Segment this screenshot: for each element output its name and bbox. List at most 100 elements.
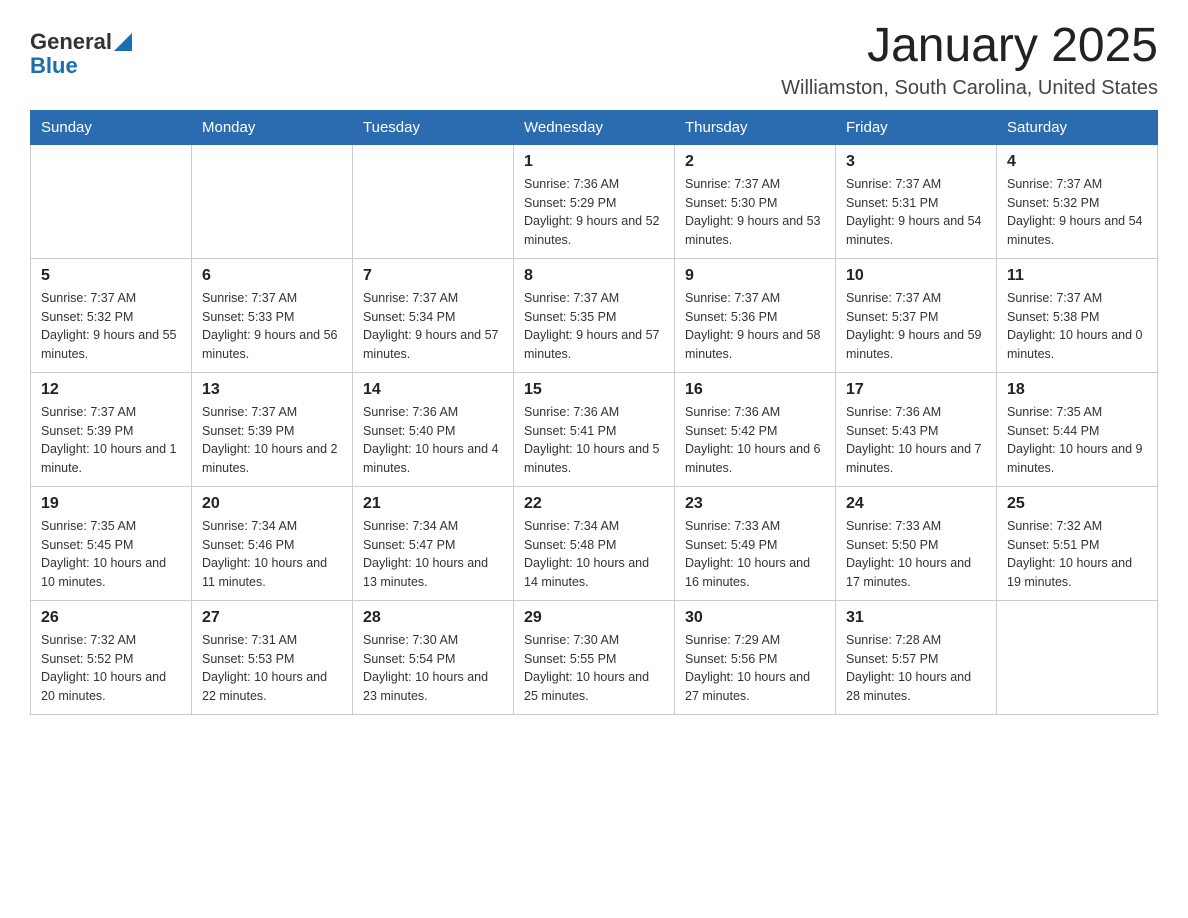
day-info: Sunrise: 7:36 AMSunset: 5:40 PMDaylight:… <box>363 403 503 478</box>
day-number: 2 <box>685 153 825 171</box>
calendar-day-9: 9Sunrise: 7:37 AMSunset: 5:36 PMDaylight… <box>675 258 836 372</box>
day-info: Sunrise: 7:33 AMSunset: 5:50 PMDaylight:… <box>846 517 986 592</box>
header-day-monday: Monday <box>192 110 353 144</box>
calendar-day-28: 28 Sunrise: 7:30 AMSunset: 5:54 PMDayligh… <box>353 600 514 714</box>
calendar-day-16: 16Sunrise: 7:36 AMSunset: 5:42 PMDayligh… <box>675 372 836 486</box>
day-number: 17 <box>846 381 986 399</box>
header-day-friday: Friday <box>836 110 997 144</box>
calendar-empty-cell <box>353 144 514 258</box>
calendar-header-row: SundayMondayTuesdayWednesdayThursdayFrid… <box>31 110 1158 144</box>
calendar-empty-cell <box>31 144 192 258</box>
calendar-empty-cell <box>192 144 353 258</box>
day-info: Sunrise: 7:35 AMSunset: 5:45 PMDaylight:… <box>41 517 181 592</box>
day-number: 22 <box>524 495 664 513</box>
day-info: Sunrise: 7:36 AMSunset: 5:29 PMDaylight:… <box>524 175 664 250</box>
day-number: 4 <box>1007 153 1147 171</box>
month-title: January 2025 <box>781 20 1158 73</box>
header-day-tuesday: Tuesday <box>353 110 514 144</box>
day-number: 9 <box>685 267 825 285</box>
day-info: Sunrise: 7:36 AMSunset: 5:41 PMDaylight:… <box>524 403 664 478</box>
day-info: Sunrise: 7:36 AMSunset: 5:42 PMDaylight:… <box>685 403 825 478</box>
day-number: 3 <box>846 153 986 171</box>
day-info: Sunrise: 7:30 AMSunset: 5:55 PMDaylight:… <box>524 631 664 706</box>
calendar-day-18: 18 Sunrise: 7:35 AMSunset: 5:44 PMDayligh… <box>997 372 1158 486</box>
calendar-table: SundayMondayTuesdayWednesdayThursdayFrid… <box>30 110 1158 715</box>
day-number: 18 <box>1007 381 1147 399</box>
header-day-saturday: Saturday <box>997 110 1158 144</box>
day-info: Sunrise: 7:37 AMSunset: 5:33 PMDaylight:… <box>202 289 342 364</box>
calendar-week-5: 26Sunrise: 7:32 AMSunset: 5:52 PMDayligh… <box>31 600 1158 714</box>
location-title: Williamston, South Carolina, United Stat… <box>781 77 1158 100</box>
day-number: 12 <box>41 381 181 399</box>
day-number: 13 <box>202 381 342 399</box>
day-number: 10 <box>846 267 986 285</box>
calendar-day-17: 17 Sunrise: 7:36 AMSunset: 5:43 PMDayligh… <box>836 372 997 486</box>
day-number: 25 <box>1007 495 1147 513</box>
day-number: 23 <box>685 495 825 513</box>
day-info: Sunrise: 7:30 AMSunset: 5:54 PMDaylight:… <box>363 631 503 706</box>
calendar-day-14: 14Sunrise: 7:36 AMSunset: 5:40 PMDayligh… <box>353 372 514 486</box>
calendar-week-2: 5 Sunrise: 7:37 AMSunset: 5:32 PMDaylight… <box>31 258 1158 372</box>
header-day-sunday: Sunday <box>31 110 192 144</box>
day-number: 31 <box>846 609 986 627</box>
day-info: Sunrise: 7:37 AMSunset: 5:39 PMDaylight:… <box>41 403 181 478</box>
calendar-day-22: 22 Sunrise: 7:34 AMSunset: 5:48 PMDayligh… <box>514 486 675 600</box>
calendar-day-23: 23Sunrise: 7:33 AMSunset: 5:49 PMDayligh… <box>675 486 836 600</box>
day-info: Sunrise: 7:37 AMSunset: 5:31 PMDaylight:… <box>846 175 986 250</box>
title-area: January 2025 Williamston, South Carolina… <box>781 20 1158 100</box>
day-info: Sunrise: 7:37 AMSunset: 5:38 PMDaylight:… <box>1007 289 1147 364</box>
logo: General Blue <box>30 30 132 78</box>
day-info: Sunrise: 7:35 AMSunset: 5:44 PMDaylight:… <box>1007 403 1147 478</box>
day-number: 11 <box>1007 267 1147 285</box>
calendar-day-19: 19 Sunrise: 7:35 AMSunset: 5:45 PMDayligh… <box>31 486 192 600</box>
day-info: Sunrise: 7:29 AMSunset: 5:56 PMDaylight:… <box>685 631 825 706</box>
day-number: 1 <box>524 153 664 171</box>
calendar-day-25: 25 Sunrise: 7:32 AMSunset: 5:51 PMDayligh… <box>997 486 1158 600</box>
calendar-week-4: 19 Sunrise: 7:35 AMSunset: 5:45 PMDayligh… <box>31 486 1158 600</box>
day-number: 15 <box>524 381 664 399</box>
day-info: Sunrise: 7:37 AMSunset: 5:30 PMDaylight:… <box>685 175 825 250</box>
calendar-day-24: 24Sunrise: 7:33 AMSunset: 5:50 PMDayligh… <box>836 486 997 600</box>
calendar-day-3: 3 Sunrise: 7:37 AMSunset: 5:31 PMDaylight… <box>836 144 997 258</box>
day-number: 6 <box>202 267 342 285</box>
day-number: 7 <box>363 267 503 285</box>
day-info: Sunrise: 7:32 AMSunset: 5:52 PMDaylight:… <box>41 631 181 706</box>
logo-blue-text: Blue <box>30 54 132 78</box>
calendar-day-27: 27 Sunrise: 7:31 AMSunset: 5:53 PMDayligh… <box>192 600 353 714</box>
day-number: 30 <box>685 609 825 627</box>
calendar-day-7: 7Sunrise: 7:37 AMSunset: 5:34 PMDaylight… <box>353 258 514 372</box>
day-info: Sunrise: 7:34 AMSunset: 5:48 PMDaylight:… <box>524 517 664 592</box>
day-number: 28 <box>363 609 503 627</box>
calendar-day-2: 2 Sunrise: 7:37 AMSunset: 5:30 PMDaylight… <box>675 144 836 258</box>
day-number: 20 <box>202 495 342 513</box>
calendar-day-13: 13 Sunrise: 7:37 AMSunset: 5:39 PMDayligh… <box>192 372 353 486</box>
day-info: Sunrise: 7:32 AMSunset: 5:51 PMDaylight:… <box>1007 517 1147 592</box>
calendar-day-26: 26Sunrise: 7:32 AMSunset: 5:52 PMDayligh… <box>31 600 192 714</box>
day-info: Sunrise: 7:37 AMSunset: 5:32 PMDaylight:… <box>41 289 181 364</box>
calendar-day-29: 29 Sunrise: 7:30 AMSunset: 5:55 PMDayligh… <box>514 600 675 714</box>
day-info: Sunrise: 7:34 AMSunset: 5:47 PMDaylight:… <box>363 517 503 592</box>
day-number: 21 <box>363 495 503 513</box>
day-number: 19 <box>41 495 181 513</box>
day-info: Sunrise: 7:34 AMSunset: 5:46 PMDaylight:… <box>202 517 342 592</box>
header-day-wednesday: Wednesday <box>514 110 675 144</box>
day-number: 29 <box>524 609 664 627</box>
day-info: Sunrise: 7:36 AMSunset: 5:43 PMDaylight:… <box>846 403 986 478</box>
day-info: Sunrise: 7:37 AMSunset: 5:39 PMDaylight:… <box>202 403 342 478</box>
calendar-week-3: 12 Sunrise: 7:37 AMSunset: 5:39 PMDayligh… <box>31 372 1158 486</box>
logo-general-text: General <box>30 30 112 54</box>
calendar-day-10: 10 Sunrise: 7:37 AMSunset: 5:37 PMDayligh… <box>836 258 997 372</box>
calendar-day-15: 15 Sunrise: 7:36 AMSunset: 5:41 PMDayligh… <box>514 372 675 486</box>
calendar-day-6: 6 Sunrise: 7:37 AMSunset: 5:33 PMDaylight… <box>192 258 353 372</box>
day-number: 5 <box>41 267 181 285</box>
calendar-day-5: 5 Sunrise: 7:37 AMSunset: 5:32 PMDaylight… <box>31 258 192 372</box>
calendar-day-31: 31 Sunrise: 7:28 AMSunset: 5:57 PMDayligh… <box>836 600 997 714</box>
day-number: 27 <box>202 609 342 627</box>
day-info: Sunrise: 7:28 AMSunset: 5:57 PMDaylight:… <box>846 631 986 706</box>
calendar-week-1: 1 Sunrise: 7:36 AMSunset: 5:29 PMDaylight… <box>31 144 1158 258</box>
calendar-day-11: 11 Sunrise: 7:37 AMSunset: 5:38 PMDayligh… <box>997 258 1158 372</box>
header-day-thursday: Thursday <box>675 110 836 144</box>
day-info: Sunrise: 7:37 AMSunset: 5:37 PMDaylight:… <box>846 289 986 364</box>
day-info: Sunrise: 7:31 AMSunset: 5:53 PMDaylight:… <box>202 631 342 706</box>
calendar-day-4: 4Sunrise: 7:37 AMSunset: 5:32 PMDaylight… <box>997 144 1158 258</box>
